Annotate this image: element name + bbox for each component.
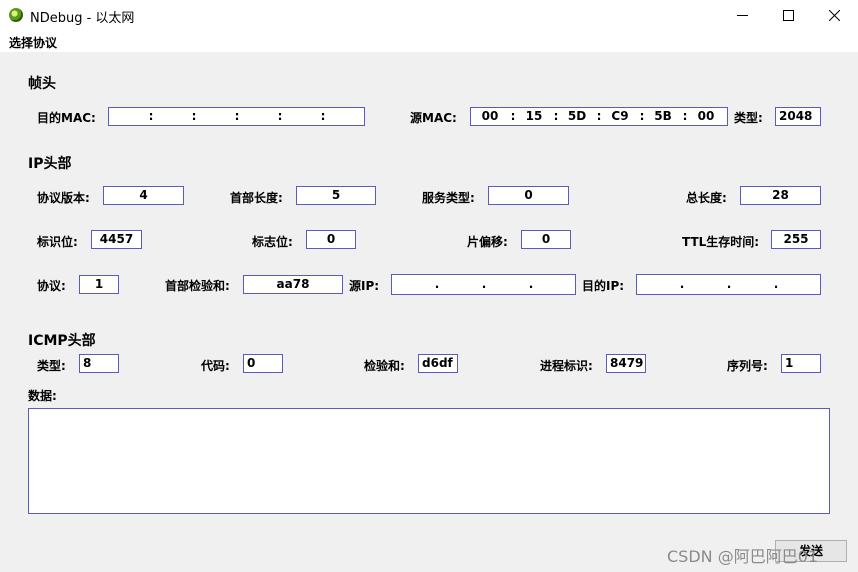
- icmp-code-label: 代码:: [201, 359, 230, 373]
- dst-mac-field[interactable]: : : : : :: [108, 107, 365, 126]
- eth-type-label: 类型:: [734, 111, 763, 125]
- header-checksum-label: 首部检验和:: [165, 279, 230, 293]
- title-bar: NDebug - 以太网: [0, 0, 858, 31]
- eth-type-field[interactable]: 2048: [775, 107, 821, 126]
- icmp-type-label: 类型:: [37, 359, 66, 373]
- identification-label: 标识位:: [37, 235, 78, 249]
- dst-mac-octet[interactable]: [241, 108, 275, 125]
- sequence-field[interactable]: 1: [781, 354, 821, 373]
- ip-separator: .: [528, 277, 534, 291]
- maximize-icon: [782, 10, 794, 21]
- ip-version-label: 协议版本:: [37, 191, 90, 205]
- mac-separator: :: [191, 109, 197, 123]
- process-id-field[interactable]: 8479: [606, 354, 646, 373]
- protocol-field[interactable]: 1: [79, 275, 119, 294]
- src-ip-field[interactable]: . . .: [391, 274, 576, 295]
- mac-separator: :: [553, 109, 559, 123]
- ip-separator: .: [434, 277, 440, 291]
- src-ip-octet[interactable]: [442, 275, 480, 294]
- mac-separator: :: [639, 109, 645, 123]
- src-mac-field[interactable]: 00 : 15 : 5D : C9 : 5B : 00: [470, 107, 728, 126]
- total-length-field[interactable]: 28: [740, 186, 821, 205]
- icmp-checksum-label: 检验和:: [364, 359, 405, 373]
- data-label: 数据:: [28, 389, 57, 403]
- total-length-label: 总长度:: [686, 191, 727, 205]
- src-ip-label: 源IP:: [349, 279, 380, 293]
- src-mac-octet[interactable]: 15: [517, 108, 551, 125]
- dst-ip-octet[interactable]: [781, 275, 819, 294]
- maximize-button[interactable]: [765, 0, 811, 31]
- minimize-icon: [736, 15, 748, 16]
- dst-ip-label: 目的IP:: [582, 279, 625, 293]
- icmp-type-field[interactable]: 8: [79, 354, 119, 373]
- header-length-label: 首部长度:: [230, 191, 283, 205]
- app-icon: [9, 8, 23, 22]
- minimize-button[interactable]: [719, 0, 765, 31]
- src-mac-label: 源MAC:: [410, 111, 457, 125]
- process-id-label: 进程标识:: [540, 359, 593, 373]
- dst-mac-octet[interactable]: [155, 108, 189, 125]
- fragment-offset-label: 片偏移:: [467, 235, 508, 249]
- icmp-code-field[interactable]: 0: [243, 354, 283, 373]
- service-type-label: 服务类型:: [422, 191, 475, 205]
- ip-separator: .: [773, 277, 779, 291]
- mac-separator: :: [277, 109, 283, 123]
- src-mac-octet[interactable]: 00: [689, 108, 723, 125]
- ip-header-title: IP头部: [28, 156, 72, 172]
- ttl-label: TTL生存时间:: [682, 235, 760, 249]
- header-checksum-field[interactable]: aa78: [243, 275, 343, 294]
- flags-field[interactable]: 0: [306, 230, 356, 249]
- service-type-field[interactable]: 0: [488, 186, 569, 205]
- frame-header-title: 帧头: [28, 76, 56, 92]
- close-button[interactable]: [811, 0, 857, 31]
- flags-label: 标志位:: [252, 235, 293, 249]
- data-textarea[interactable]: [28, 408, 830, 514]
- dst-ip-octet[interactable]: [734, 275, 772, 294]
- mac-separator: :: [148, 109, 154, 123]
- mac-separator: :: [596, 109, 602, 123]
- dst-mac-octet[interactable]: [198, 108, 232, 125]
- fragment-offset-field[interactable]: 0: [521, 230, 571, 249]
- header-length-field[interactable]: 5: [296, 186, 376, 205]
- src-mac-octet[interactable]: 5B: [646, 108, 680, 125]
- dst-ip-octet[interactable]: [639, 275, 677, 294]
- src-mac-octet[interactable]: 00: [473, 108, 507, 125]
- src-ip-octet[interactable]: [489, 275, 527, 294]
- icmp-checksum-field[interactable]: d6df: [418, 354, 458, 373]
- ip-version-field[interactable]: 4: [103, 186, 184, 205]
- src-mac-octet[interactable]: 5D: [560, 108, 594, 125]
- dst-ip-field[interactable]: . . .: [636, 274, 821, 295]
- identification-field[interactable]: 4457: [91, 230, 142, 249]
- mac-separator: :: [510, 109, 516, 123]
- ip-separator: .: [679, 277, 685, 291]
- watermark: CSDN @阿巴阿巴01: [667, 547, 819, 566]
- mac-separator: :: [320, 109, 326, 123]
- mac-separator: :: [682, 109, 688, 123]
- mac-separator: :: [234, 109, 240, 123]
- icmp-header-title: ICMP头部: [28, 333, 96, 349]
- window-title: NDebug - 以太网: [30, 11, 135, 26]
- ip-separator: .: [481, 277, 487, 291]
- src-mac-octet[interactable]: C9: [603, 108, 637, 125]
- src-ip-octet[interactable]: [536, 275, 574, 294]
- menu-bar: 选择协议: [0, 31, 858, 52]
- ip-separator: .: [726, 277, 732, 291]
- src-ip-octet[interactable]: [394, 275, 432, 294]
- ttl-field[interactable]: 255: [771, 230, 821, 249]
- protocol-label: 协议:: [37, 279, 66, 293]
- dst-mac-octet[interactable]: [111, 108, 145, 125]
- close-icon: [828, 10, 840, 21]
- dst-mac-label: 目的MAC:: [37, 111, 96, 125]
- dst-mac-octet[interactable]: [327, 108, 361, 125]
- menu-select-protocol[interactable]: 选择协议: [9, 34, 57, 51]
- sequence-label: 序列号:: [727, 359, 768, 373]
- dst-mac-octet[interactable]: [284, 108, 318, 125]
- dst-ip-octet[interactable]: [687, 275, 725, 294]
